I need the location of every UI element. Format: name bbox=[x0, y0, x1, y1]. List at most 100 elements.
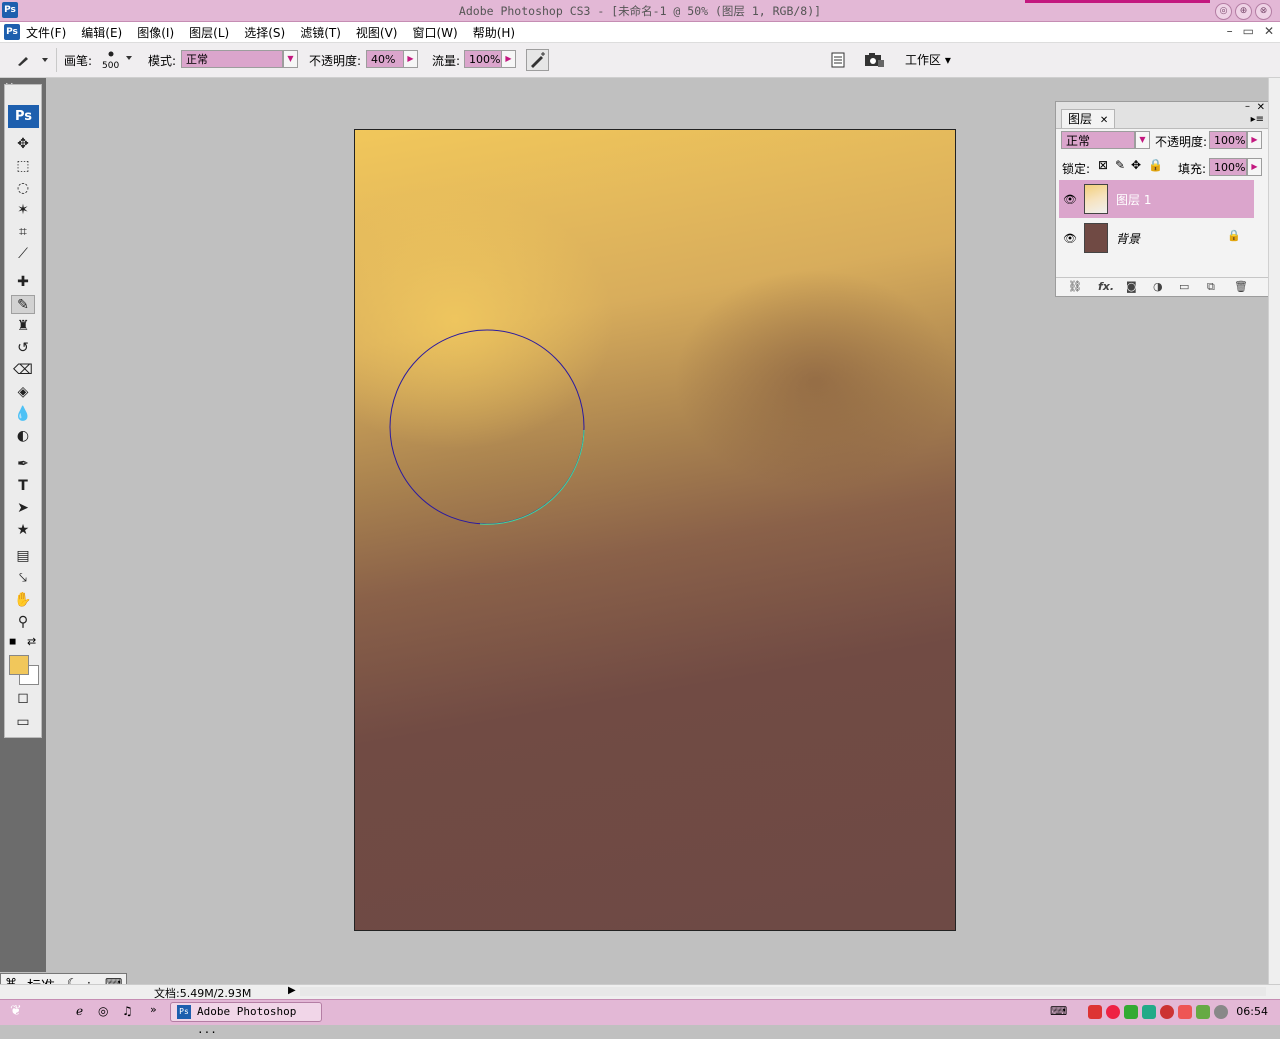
layer-opacity-input[interactable]: 100% bbox=[1209, 131, 1247, 149]
lock-pixels-icon[interactable]: ✎ bbox=[1115, 158, 1125, 172]
maximize-button[interactable]: ⊕ bbox=[1235, 3, 1252, 20]
link-layers-icon[interactable]: ⛓ bbox=[1068, 280, 1082, 293]
status-menu-arrow-icon[interactable]: ▶ bbox=[288, 985, 296, 996]
tool-preset-picker[interactable] bbox=[14, 51, 50, 69]
mode-select[interactable]: 正常 bbox=[181, 50, 283, 68]
tray-keyboard-icon[interactable]: ⌨ bbox=[1050, 1004, 1067, 1018]
blur-tool-icon[interactable]: 💧 bbox=[11, 405, 35, 424]
paint-bucket-tool-icon[interactable]: ◈ bbox=[11, 383, 35, 402]
quicklaunch-media-icon[interactable]: ♫ bbox=[122, 1004, 133, 1018]
panel-close-icon[interactable]: ✕ bbox=[1257, 102, 1265, 113]
document-icon[interactable]: Ps bbox=[4, 24, 20, 40]
palette-well-button[interactable] bbox=[830, 52, 846, 68]
bridge-button[interactable] bbox=[863, 51, 887, 69]
lasso-tool-icon[interactable]: ◌ bbox=[11, 179, 35, 198]
menu-view[interactable]: 视图(V) bbox=[356, 24, 405, 41]
healing-brush-tool-icon[interactable]: ✚ bbox=[11, 273, 35, 292]
layers-tab[interactable]: 图层 ✕ bbox=[1061, 109, 1116, 128]
tray-messenger-icon[interactable] bbox=[1124, 1005, 1138, 1019]
fill-slider-button[interactable]: ▶ bbox=[1247, 158, 1262, 176]
shape-tool-icon[interactable]: ★ bbox=[11, 521, 35, 540]
menu-edit[interactable]: 编辑(E) bbox=[81, 24, 129, 41]
magic-wand-tool-icon[interactable]: ✶ bbox=[11, 201, 35, 220]
move-tool-icon[interactable]: ✥ bbox=[11, 135, 35, 154]
tray-network-icon[interactable] bbox=[1142, 1005, 1156, 1019]
doc-restore-button[interactable]: ▭ bbox=[1243, 24, 1254, 38]
panel-minimize-icon[interactable]: – bbox=[1245, 101, 1250, 112]
quick-mask-icon[interactable]: ◻ bbox=[11, 689, 35, 708]
start-button-icon[interactable]: ❦ bbox=[10, 1003, 22, 1019]
tray-security-icon[interactable] bbox=[1160, 1005, 1174, 1019]
workspace-menu[interactable]: 工作区 ▾ bbox=[905, 51, 951, 68]
pen-tool-icon[interactable]: ✒ bbox=[11, 455, 35, 474]
menu-filter[interactable]: 滤镜(T) bbox=[300, 24, 348, 41]
default-colors-icon[interactable]: ◼ bbox=[9, 637, 16, 647]
close-button[interactable]: ⊗ bbox=[1255, 3, 1272, 20]
eraser-tool-icon[interactable]: ⌫ bbox=[11, 361, 35, 380]
new-group-icon[interactable]: ▭ bbox=[1179, 280, 1189, 293]
tray-volume-icon[interactable] bbox=[1214, 1005, 1228, 1019]
quicklaunch-more-icon[interactable]: » bbox=[150, 1003, 157, 1016]
layer-mask-icon[interactable]: ◙ bbox=[1126, 280, 1137, 293]
dodge-tool-icon[interactable]: ◐ bbox=[11, 427, 35, 446]
flow-input[interactable]: 100% bbox=[464, 50, 502, 68]
foreground-color-swatch[interactable] bbox=[9, 655, 29, 675]
type-tool-icon[interactable]: T bbox=[11, 477, 35, 496]
fx-icon[interactable]: fx. bbox=[1098, 280, 1114, 293]
minimize-button[interactable]: ◎ bbox=[1215, 3, 1232, 20]
quicklaunch-ie-icon[interactable]: ℯ bbox=[76, 1004, 83, 1018]
tray-update-icon[interactable] bbox=[1196, 1005, 1210, 1019]
layer-name[interactable]: 图层 1 bbox=[1116, 191, 1151, 208]
doc-minimize-button[interactable]: – bbox=[1227, 24, 1233, 38]
layer-opacity-slider-button[interactable]: ▶ bbox=[1247, 131, 1262, 149]
marquee-tool-icon[interactable]: ⬚ bbox=[11, 157, 35, 176]
layer-blend-mode-select[interactable]: 正常 bbox=[1061, 131, 1135, 149]
ps-logo[interactable]: Ps bbox=[8, 105, 39, 128]
lock-position-icon[interactable]: ✥ bbox=[1131, 158, 1141, 172]
opacity-input[interactable]: 40% bbox=[366, 50, 404, 68]
tray-antivirus-icon[interactable] bbox=[1088, 1005, 1102, 1019]
visibility-eye-icon[interactable]: 👁 bbox=[1063, 193, 1077, 206]
mode-dropdown-button[interactable]: ▼ bbox=[283, 50, 298, 68]
menu-layer[interactable]: 图层(L) bbox=[189, 24, 236, 41]
swap-colors-icon[interactable]: ⇄ bbox=[27, 635, 36, 648]
lock-all-icon[interactable]: 🔒 bbox=[1148, 158, 1163, 172]
layer-row[interactable]: 👁 背景 🔒 bbox=[1059, 219, 1254, 257]
doc-close-button[interactable]: ✕ bbox=[1264, 24, 1274, 38]
menu-file[interactable]: 文件(F) bbox=[26, 24, 73, 41]
history-brush-tool-icon[interactable]: ↺ bbox=[11, 339, 35, 358]
airbrush-toggle[interactable] bbox=[526, 49, 549, 71]
horizontal-scrollbar[interactable] bbox=[300, 987, 1266, 996]
tray-app-icon[interactable] bbox=[1178, 1005, 1192, 1019]
screen-mode-icon[interactable]: ▭ bbox=[11, 713, 35, 732]
menu-image[interactable]: 图像(I) bbox=[137, 24, 181, 41]
clone-stamp-tool-icon[interactable]: ♜ bbox=[11, 317, 35, 336]
blend-mode-dropdown-button[interactable]: ▼ bbox=[1135, 131, 1150, 149]
menu-select[interactable]: 选择(S) bbox=[244, 24, 292, 41]
taskbar-photoshop-button[interactable]: Ps Adobe Photoshop ... bbox=[170, 1002, 322, 1036]
tray-qq-icon[interactable] bbox=[1106, 1005, 1120, 1019]
path-selection-tool-icon[interactable]: ➤ bbox=[11, 499, 35, 518]
crop-tool-icon[interactable]: ⌗ bbox=[11, 223, 35, 242]
slice-tool-icon[interactable]: ⟋ bbox=[11, 245, 35, 264]
menu-help[interactable]: 帮助(H) bbox=[473, 24, 522, 41]
vertical-scrollbar[interactable] bbox=[1268, 78, 1280, 986]
layer-row[interactable]: 👁 图层 1 bbox=[1059, 180, 1254, 218]
new-layer-icon[interactable]: ⧉ bbox=[1207, 280, 1215, 294]
fill-input[interactable]: 100% bbox=[1209, 158, 1247, 176]
document-canvas[interactable] bbox=[354, 129, 956, 931]
hand-tool-icon[interactable]: ✋ bbox=[11, 591, 35, 610]
eyedropper-tool-icon[interactable]: ⤥ bbox=[11, 569, 35, 588]
flow-slider-button[interactable]: ▶ bbox=[501, 50, 516, 68]
brush-tool-icon[interactable]: ✎ bbox=[11, 295, 35, 314]
quicklaunch-browser-icon[interactable]: ◎ bbox=[98, 1004, 108, 1018]
panel-menu-icon[interactable]: ▸≡ bbox=[1251, 114, 1264, 125]
zoom-tool-icon[interactable]: ⚲ bbox=[11, 613, 35, 632]
lock-transparency-icon[interactable]: ⊠ bbox=[1098, 158, 1108, 172]
tab-close-icon[interactable]: ✕ bbox=[1100, 115, 1108, 126]
delete-layer-icon[interactable]: 🗑 bbox=[1234, 280, 1248, 293]
adjustment-layer-icon[interactable]: ◑ bbox=[1153, 280, 1163, 293]
layer-name[interactable]: 背景 bbox=[1116, 230, 1140, 247]
visibility-eye-icon[interactable]: 👁 bbox=[1063, 232, 1077, 245]
notes-tool-icon[interactable]: ▤ bbox=[11, 547, 35, 566]
